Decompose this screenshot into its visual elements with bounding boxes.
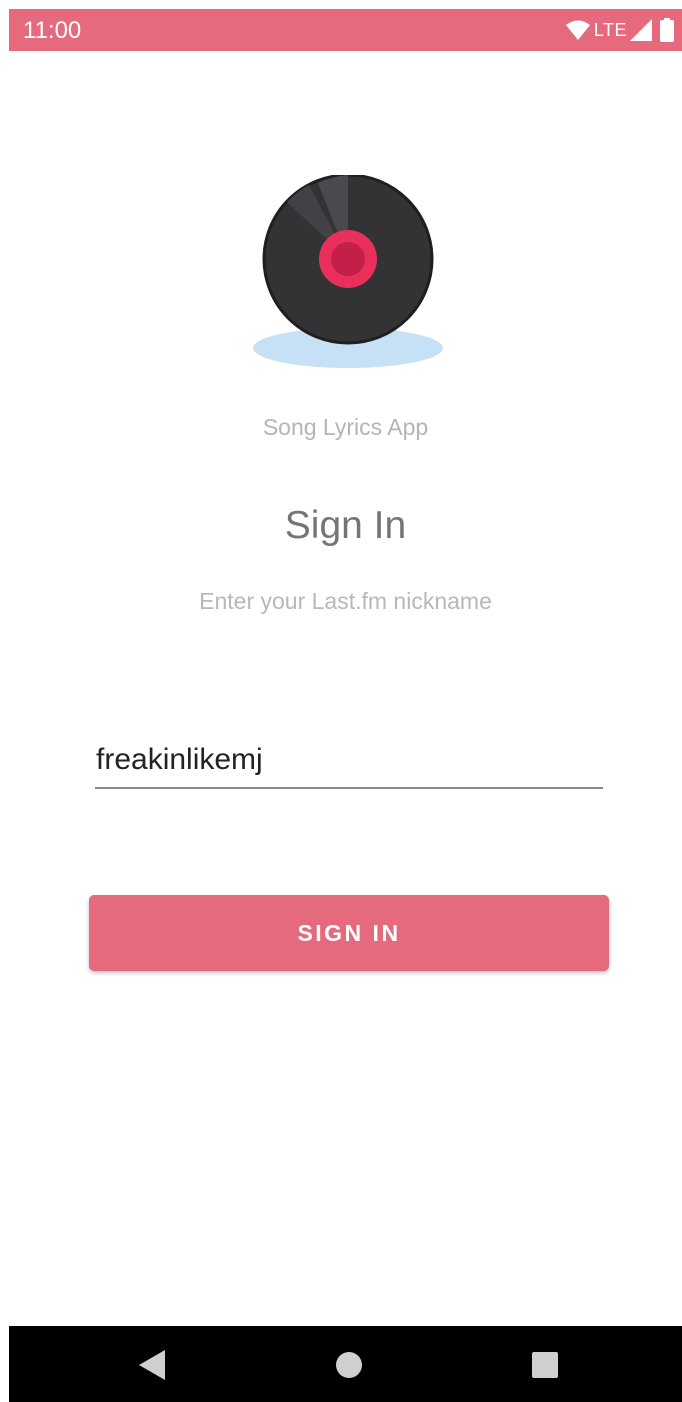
status-bar: 11:00 LTE: [9, 9, 682, 51]
recents-square-icon: [532, 1352, 558, 1378]
back-button[interactable]: [132, 1348, 172, 1382]
navigation-bar: [9, 1326, 682, 1402]
recents-button[interactable]: [525, 1348, 565, 1382]
sign-in-button[interactable]: SIGN IN: [89, 895, 609, 971]
subtitle: Enter your Last.fm nickname: [199, 588, 492, 614]
vinyl-record-icon: [253, 175, 443, 368]
app-name: Song Lyrics App: [262, 414, 429, 440]
network-type-label: LTE: [593, 20, 627, 40]
home-circle-icon: [336, 1352, 362, 1378]
home-button[interactable]: [329, 1348, 369, 1382]
nickname-input[interactable]: [95, 737, 603, 789]
cell-signal-icon: [630, 19, 652, 41]
sign-in-screen: 11:00 LTE Song Lyrics App Sign In Enter …: [9, 9, 682, 1402]
wifi-icon: [565, 20, 590, 40]
status-icons: LTE: [565, 18, 674, 42]
battery-icon: [660, 18, 674, 42]
status-time: 11:00: [23, 17, 82, 44]
back-triangle-icon: [139, 1350, 165, 1380]
page-title: Sign In: [284, 504, 407, 547]
